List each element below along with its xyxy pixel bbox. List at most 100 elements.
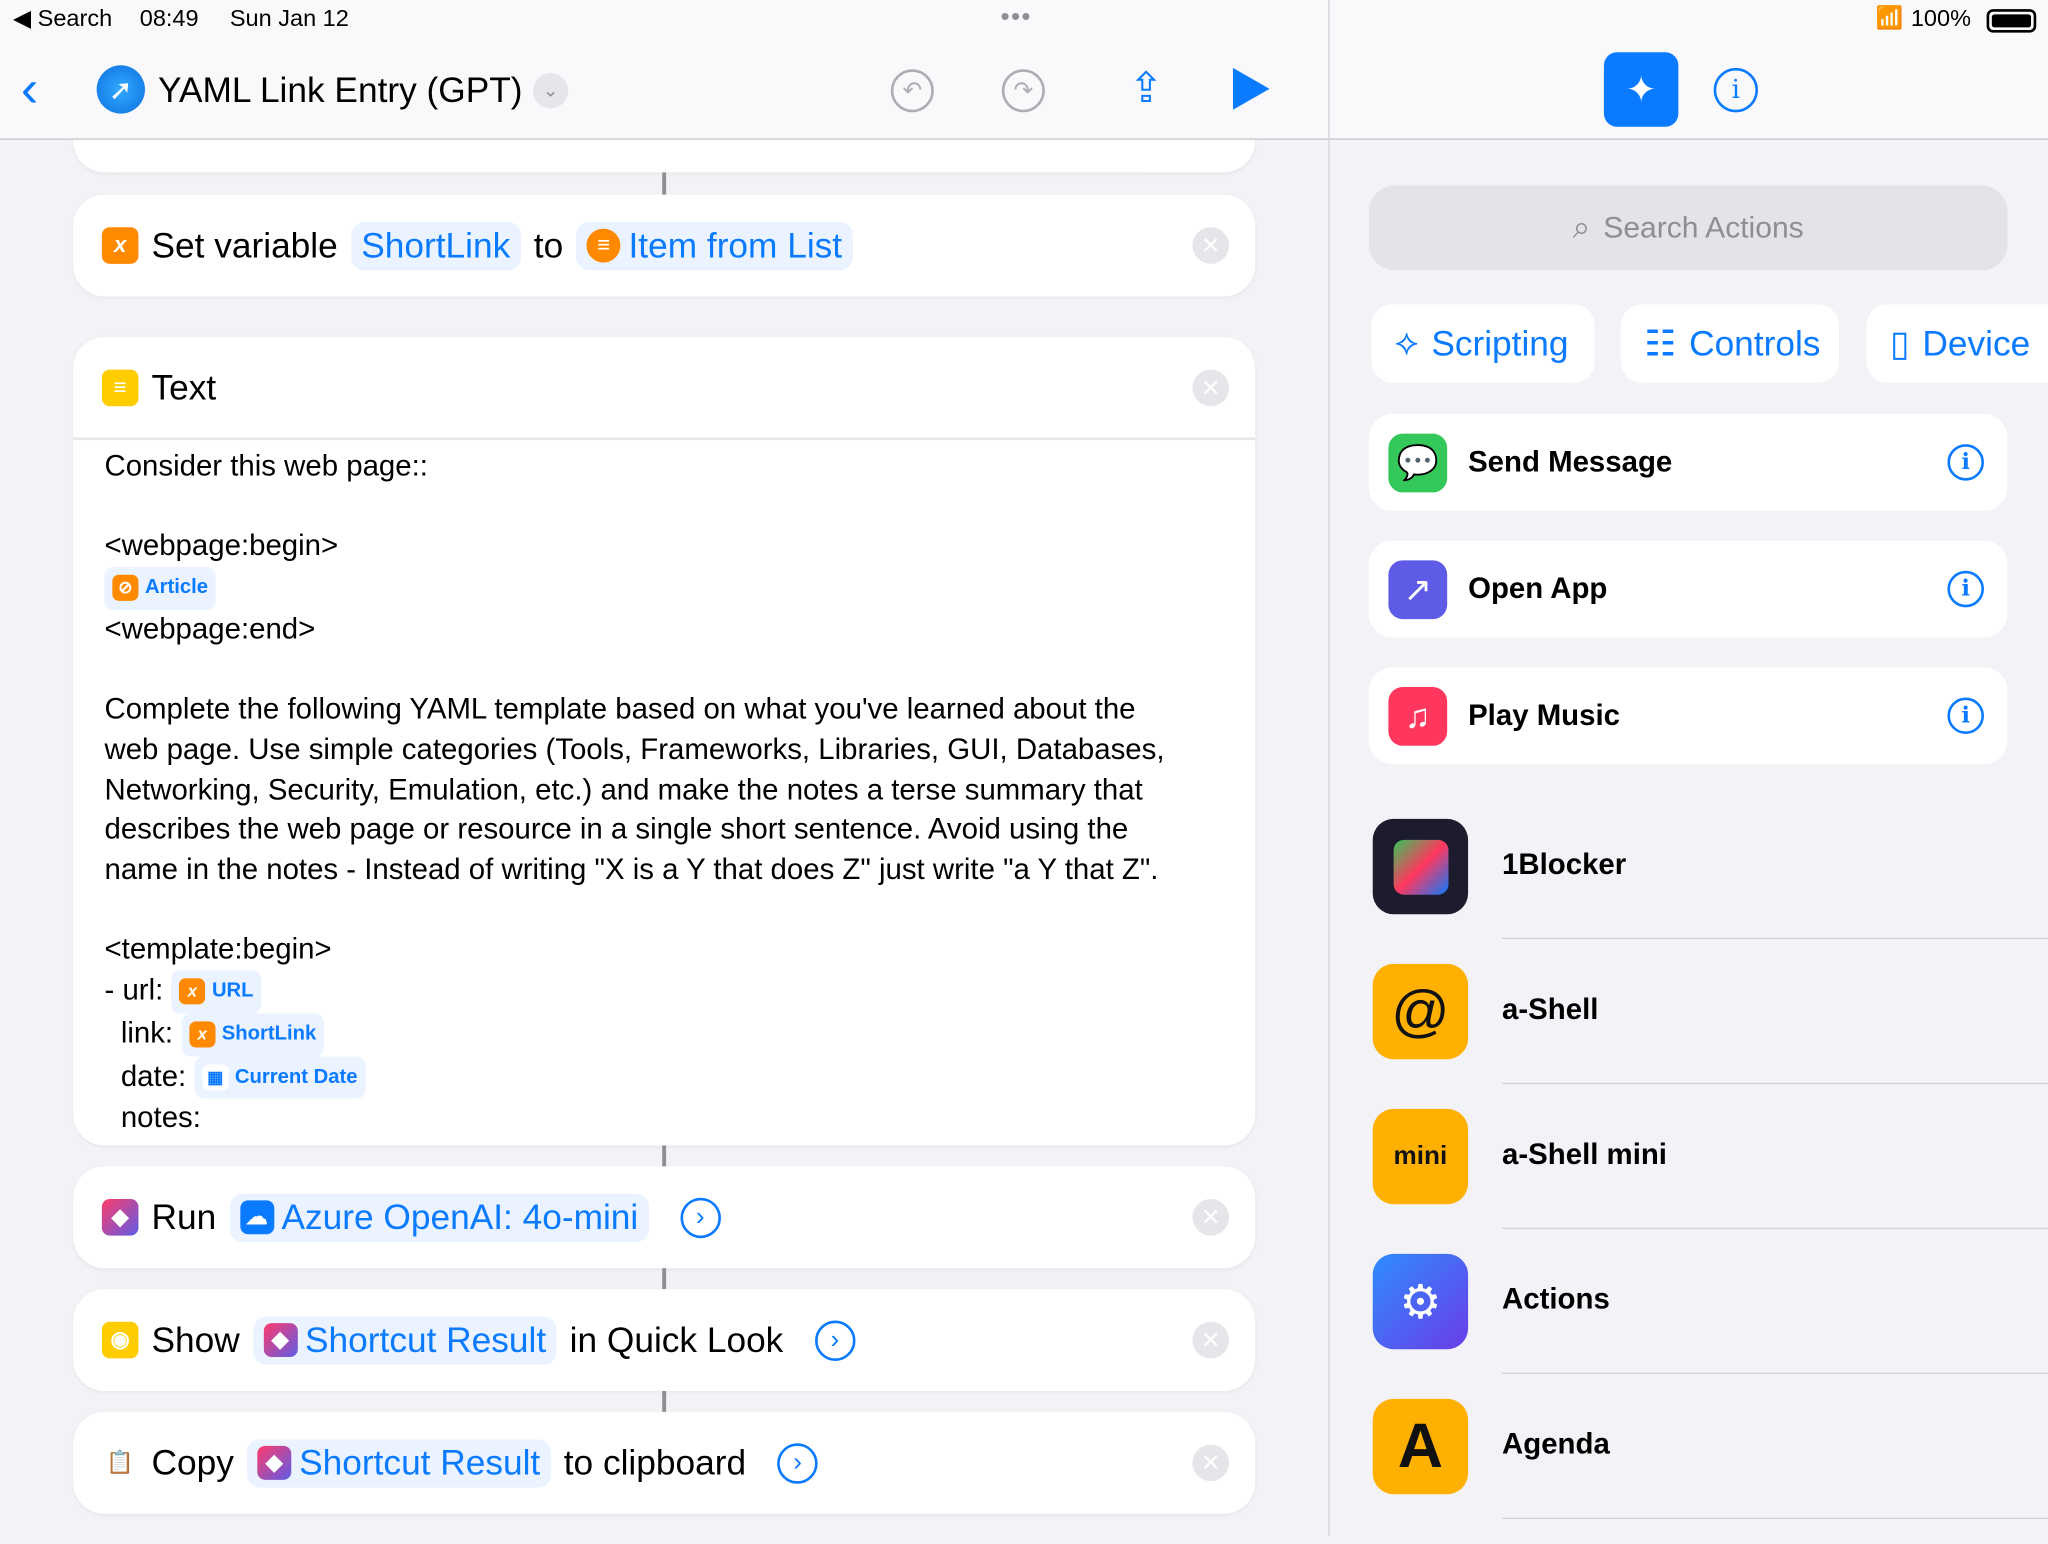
text-line: <template:begin> xyxy=(104,933,332,966)
shortcut-result-token[interactable]: ◆ Shortcut Result xyxy=(252,1315,557,1365)
variable-x-icon: x xyxy=(189,1021,216,1048)
token-label: Azure OpenAI: 4o-mini xyxy=(281,1197,639,1237)
shortlink-token[interactable]: x ShortLink xyxy=(181,1013,325,1057)
category-device[interactable]: ▯ Device xyxy=(1866,304,2048,383)
article-token[interactable]: ⊘ Article xyxy=(104,566,216,610)
connector xyxy=(662,1145,667,1167)
list-icon: ≡ xyxy=(586,228,621,263)
text-action[interactable]: ≡ Text ✕ Consider this web page:: <webpag… xyxy=(73,336,1256,1146)
back-to-search[interactable]: ◀ Search xyxy=(13,5,112,32)
title-menu-chevron-icon[interactable]: ⌄ xyxy=(532,73,569,109)
suggested-play-music[interactable]: ♫ Play Music i xyxy=(1368,667,2008,765)
to-label: to xyxy=(533,225,564,265)
suggested-open-app[interactable]: ↗ Open App i xyxy=(1368,540,2008,638)
status-date: Sun Jan 12 xyxy=(229,5,349,32)
chip-label: Device xyxy=(1922,323,2031,363)
action-suffix: in Quick Look xyxy=(569,1319,784,1360)
app-a-shell[interactable]: @ a-Shell xyxy=(1372,963,2048,1109)
text-body[interactable]: Consider this web page:: <webpage:begin>… xyxy=(104,447,1165,1139)
separator xyxy=(1502,1372,2048,1375)
action-verb: Set variable xyxy=(151,225,338,265)
back-label: Search xyxy=(37,5,113,32)
calendar-icon: ▦ xyxy=(202,1064,229,1091)
expand-chevron-icon[interactable]: › xyxy=(680,1197,721,1238)
current-date-token[interactable]: ▦ Current Date xyxy=(194,1056,366,1099)
copy-clipboard-action[interactable]: 📋 Copy ◆ Shortcut Result to clipboard › ✕ xyxy=(73,1411,1256,1514)
url-token[interactable]: x URL xyxy=(171,970,262,1014)
connector xyxy=(662,172,667,195)
suggested-send-message[interactable]: 💬 Send Message i xyxy=(1368,414,2008,511)
app-actions[interactable]: ⚙ Actions xyxy=(1372,1253,2048,1399)
1blocker-cube-icon xyxy=(1372,818,1469,915)
expand-chevron-icon[interactable]: › xyxy=(777,1442,818,1484)
info-icon[interactable]: i xyxy=(1947,697,1984,735)
battery-percent: 100% xyxy=(1910,5,1971,32)
remove-action-button[interactable]: ✕ xyxy=(1192,1444,1230,1482)
share-icon[interactable]: ⇪ xyxy=(1128,63,1163,113)
remove-action-button[interactable]: ✕ xyxy=(1192,369,1230,407)
music-note-icon: ♫ xyxy=(1388,686,1448,746)
text-line: <webpage:begin> xyxy=(104,529,339,563)
separator xyxy=(1502,1517,2048,1520)
variable-x-icon: x xyxy=(101,227,139,264)
category-scripting[interactable]: ⟡ Scripting xyxy=(1371,304,1595,383)
expand-chevron-icon[interactable]: › xyxy=(814,1319,856,1361)
separator xyxy=(1502,1227,2048,1230)
variable-x-icon: x xyxy=(179,978,206,1006)
action-label: Send Message xyxy=(1468,445,1673,479)
shortcut-result-token[interactable]: ◆ Shortcut Result xyxy=(246,1438,551,1488)
back-chevron-icon[interactable]: ‹ xyxy=(21,63,38,115)
info-icon[interactable]: i xyxy=(1947,444,1984,481)
remove-action-button[interactable]: ✕ xyxy=(1192,1199,1230,1236)
text-line: Complete the following YAML template bas… xyxy=(104,692,1136,726)
action-title: Text xyxy=(151,367,217,407)
shortcuts-icon: ◆ xyxy=(101,1199,139,1236)
clipboard-icon: 📋 xyxy=(101,1444,139,1482)
connector xyxy=(662,1391,667,1412)
safari-compass-icon[interactable]: ➚ xyxy=(96,65,145,114)
action-library-button[interactable]: ✦ xyxy=(1603,52,1679,127)
show-quick-look-action[interactable]: ◉ Show ◆ Shortcut Result in Quick Look › … xyxy=(73,1289,1256,1392)
shortcut-title[interactable]: YAML Link Entry (GPT) xyxy=(158,71,522,111)
chip-label: Scripting xyxy=(1431,323,1569,363)
app-a-shell-mini[interactable]: mini a-Shell mini xyxy=(1372,1108,2048,1254)
text-line: date: xyxy=(120,1059,187,1092)
item-from-list-token[interactable]: ≡ Item from List xyxy=(576,221,853,270)
open-app-arrow-icon: ↗ xyxy=(1388,559,1448,619)
text-line: describes the web page or resource in a … xyxy=(104,812,1129,846)
remove-action-button[interactable]: ✕ xyxy=(1192,1321,1230,1359)
redo-icon[interactable]: ↷ xyxy=(1001,69,1045,113)
separator xyxy=(1502,1082,2048,1085)
run-shortcut-action[interactable]: ◆ Run ☁ Azure OpenAI: 4o-mini › ✕ xyxy=(73,1166,1256,1269)
pane-divider xyxy=(1328,0,1330,1536)
remove-action-button[interactable]: ✕ xyxy=(1192,227,1230,264)
text-line: name in the notes - Instead of writing "… xyxy=(104,852,1159,886)
action-label: Play Music xyxy=(1468,698,1620,732)
token-label: Article xyxy=(144,576,208,599)
run-play-icon[interactable] xyxy=(1232,67,1270,110)
search-actions-field[interactable]: ⌕ Search Actions xyxy=(1368,185,2008,271)
token-label: Shortcut Result xyxy=(305,1319,547,1360)
app-agenda[interactable]: A Agenda xyxy=(1372,1398,2048,1544)
token-label: Shortcut Result xyxy=(299,1442,541,1482)
text-lines-icon: ≡ xyxy=(101,369,139,407)
variable-name-token[interactable]: ShortLink xyxy=(350,221,521,270)
app-label: a-Shell mini xyxy=(1502,1137,1667,1171)
text-line: web page. Use simple categories (Tools, … xyxy=(104,732,1165,766)
category-controls[interactable]: ☷ Controls xyxy=(1620,304,1840,383)
separator xyxy=(73,437,1256,441)
app-label: a-Shell xyxy=(1502,992,1599,1026)
connector xyxy=(662,1268,667,1290)
text-line: notes: xyxy=(120,1101,201,1135)
shortcut-token[interactable]: ☁ Azure OpenAI: 4o-mini xyxy=(229,1193,649,1242)
text-line: Networking, Security, Emulation, etc.) a… xyxy=(104,772,1143,806)
app-1blocker[interactable]: 1Blocker xyxy=(1372,818,2048,964)
gear-play-icon: ⚙ xyxy=(1372,1253,1469,1350)
app-label: Actions xyxy=(1502,1282,1610,1316)
undo-icon[interactable]: ↶ xyxy=(890,69,934,113)
multitasking-dots[interactable]: ••• xyxy=(1000,3,1031,33)
details-info-icon[interactable]: i xyxy=(1713,67,1759,113)
text-line: Consider this web page:: xyxy=(104,449,428,482)
set-variable-action[interactable]: x Set variable ShortLink to ≡ Item from L… xyxy=(73,194,1256,297)
info-icon[interactable]: i xyxy=(1947,570,1984,608)
